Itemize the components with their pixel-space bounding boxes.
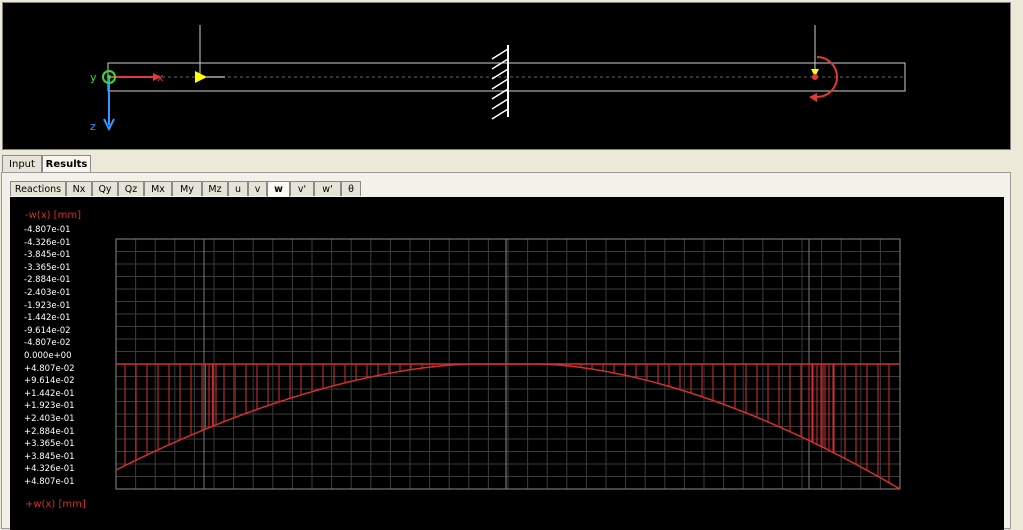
- y-tick-label: +4.807e-02: [24, 363, 75, 374]
- beam-view[interactable]: y x z: [2, 2, 1011, 150]
- y-tick-label: 0.000e+00: [24, 351, 72, 361]
- result-tab-1[interactable]: Nx: [66, 181, 92, 196]
- y-axis-dot: [107, 75, 111, 79]
- y-tick-label: -9.614e-02: [24, 325, 71, 336]
- y-tick-label: -1.923e-01: [24, 300, 71, 311]
- tab-input[interactable]: Input: [2, 155, 42, 172]
- y-tick-label: +1.442e-01: [24, 388, 75, 399]
- deflection-plot[interactable]: -w(x) [mm] +w(x) [mm] -4.807e-01 -4.326e-…: [10, 197, 1004, 530]
- y-tick-label: -2.884e-01: [24, 275, 71, 286]
- tab-results[interactable]: Results: [42, 155, 91, 173]
- result-tab-2[interactable]: Qy: [92, 181, 118, 196]
- y-tick-label: -4.807e-01: [24, 225, 71, 235]
- y-tick-label: +3.845e-01: [24, 451, 75, 462]
- moment-node: [812, 74, 818, 80]
- result-tab-0[interactable]: Reactions: [10, 181, 66, 196]
- y-tick-label: -4.326e-01: [24, 237, 71, 248]
- y-tick-label: -2.403e-01: [24, 288, 71, 298]
- y-tick-label: +1.923e-01: [24, 401, 75, 412]
- y-tick-label: +2.884e-01: [24, 426, 75, 437]
- result-tab-8[interactable]: v: [248, 181, 267, 196]
- result-tab-6[interactable]: Mz: [202, 181, 228, 196]
- y-tick-label: +2.403e-01: [24, 414, 75, 424]
- fixed-support-hatch: [491, 48, 509, 120]
- z-axis-label: z: [90, 120, 96, 133]
- plot-top-label: -w(x) [mm]: [25, 210, 81, 221]
- y-tick-label: -1.442e-01: [24, 313, 71, 324]
- y-tick-label: -3.365e-01: [24, 262, 71, 273]
- result-tab-3[interactable]: Qz: [118, 181, 144, 196]
- y-tick-label: +9.614e-02: [24, 376, 75, 387]
- result-tab-5[interactable]: My: [172, 181, 202, 196]
- y-tick-label: +3.365e-01: [24, 439, 75, 450]
- result-tab-7[interactable]: u: [228, 181, 248, 196]
- result-tab-10[interactable]: v': [290, 181, 314, 196]
- moment-arrowhead: [809, 93, 817, 102]
- result-tab-11[interactable]: w': [314, 181, 341, 196]
- results-panel: Reactions Nx Qy Qz Mx My Mz u v w v' w' θ -w(x) [mm]…: [1, 172, 1011, 530]
- point-load-1-icon[interactable]: [195, 71, 207, 83]
- y-tick-label: +4.326e-01: [24, 464, 75, 475]
- y-tick-label: -4.807e-02: [24, 338, 71, 349]
- plot-canvas: [115, 238, 901, 490]
- beam-schematic: [102, 25, 906, 132]
- y-tick-label: -3.845e-01: [24, 250, 71, 261]
- y-axis-label: y: [90, 71, 97, 84]
- result-tab-12[interactable]: θ: [341, 181, 361, 196]
- result-tab-9[interactable]: w: [267, 181, 290, 197]
- y-tick-label: +4.807e-01: [24, 477, 75, 487]
- plot-bottom-label: +w(x) [mm]: [25, 499, 86, 510]
- x-axis-label: x: [157, 71, 164, 84]
- result-tab-4[interactable]: Mx: [144, 181, 172, 196]
